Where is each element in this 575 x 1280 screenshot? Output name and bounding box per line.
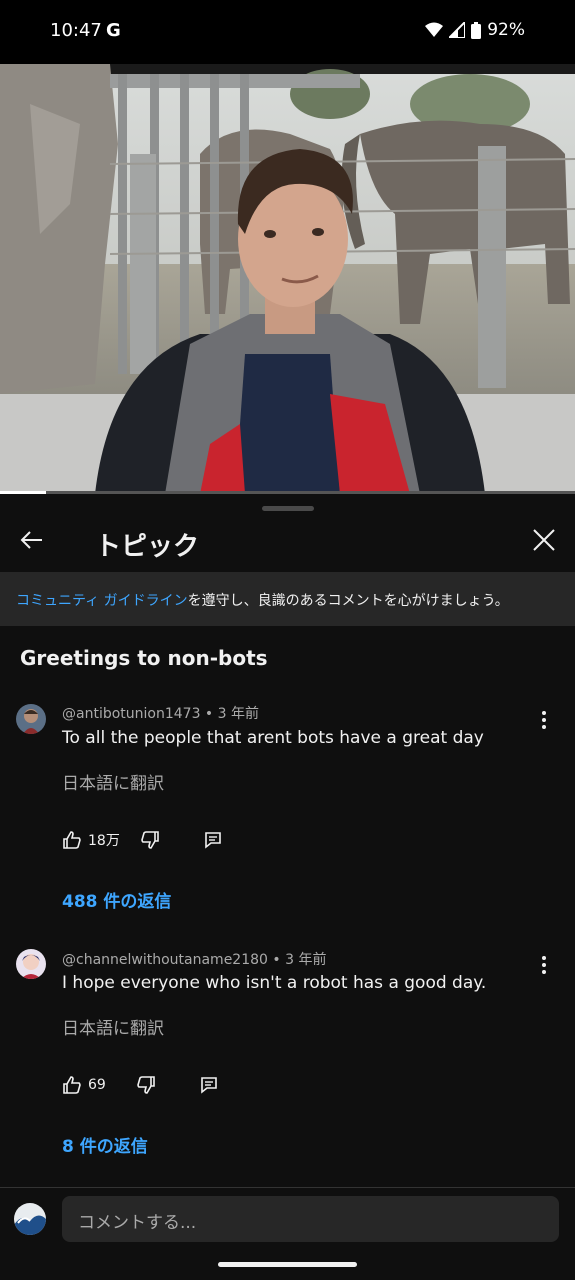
more-vert-icon[interactable] — [536, 710, 552, 730]
more-vert-icon[interactable] — [536, 955, 552, 975]
wifi-icon — [425, 22, 444, 37]
translate-link[interactable]: 日本語に翻訳 — [62, 769, 164, 794]
panel-header: トピック — [0, 512, 575, 572]
drag-handle[interactable] — [262, 506, 314, 511]
video-progress-fill — [0, 491, 46, 494]
comments-panel: トピック コミュニティ ガイドラインを遵守し、良識のあるコメントを心がけましょう… — [0, 496, 575, 1280]
thumb-down-icon[interactable] — [140, 830, 160, 850]
translate-link[interactable]: 日本語に翻訳 — [62, 1014, 164, 1039]
comment-input-placeholder: コメントする... — [78, 1213, 197, 1233]
reply-icon[interactable] — [200, 1076, 218, 1094]
guideline-text: コミュニティ ガイドラインを遵守し、良識のあるコメントを心がけましょう。 — [16, 590, 509, 610]
replies-link[interactable]: 8 件の返信 — [62, 1132, 148, 1157]
status-bar: 10:47 G 92% — [0, 0, 575, 64]
battery-icon — [471, 21, 482, 39]
video-progress-bar[interactable] — [0, 491, 575, 494]
thumb-up-icon[interactable] — [62, 1075, 82, 1095]
comment-meta: @channelwithoutaname2180 • 3 年前 — [62, 952, 327, 968]
comment-text: To all the people that arent bots have a… — [62, 728, 484, 748]
avatar[interactable] — [16, 949, 46, 979]
topic-title: Greetings to non-bots — [20, 646, 268, 670]
reply-icon[interactable] — [204, 831, 222, 849]
video-frame-image — [0, 64, 575, 494]
thumb-down-icon[interactable] — [136, 1075, 156, 1095]
thumb-up-icon[interactable] — [62, 830, 82, 850]
close-icon[interactable] — [528, 524, 560, 556]
signal-icon — [449, 22, 466, 38]
like-count: 69 — [88, 1077, 106, 1093]
battery-percent: 92% — [487, 20, 525, 40]
avatar[interactable] — [16, 704, 46, 734]
comment-item: @channelwithoutaname2180 • 3 年前 I hope e… — [0, 942, 575, 1172]
replies-link[interactable]: 488 件の返信 — [62, 887, 171, 912]
guideline-rest: を遵守し、良識のあるコメントを心がけましょう。 — [187, 593, 509, 609]
guideline-banner: コミュニティ ガイドラインを遵守し、良識のあるコメントを心がけましょう。 — [0, 572, 575, 626]
comment-actions: 69 — [62, 1075, 218, 1095]
comment-text: I hope everyone who isn't a robot has a … — [62, 973, 487, 993]
user-avatar[interactable] — [14, 1203, 46, 1235]
video-player[interactable] — [0, 64, 575, 494]
home-indicator[interactable] — [218, 1262, 357, 1267]
comment-actions: 18万 — [62, 830, 222, 850]
guideline-link[interactable]: コミュニティ ガイドライン — [16, 593, 188, 609]
comment-input[interactable]: コメントする... — [62, 1196, 559, 1242]
back-arrow-icon[interactable] — [16, 524, 48, 556]
panel-title: トピック — [95, 532, 200, 562]
google-icon: G — [106, 20, 121, 41]
like-count: 18万 — [88, 833, 120, 849]
status-icons: 92% — [425, 20, 525, 40]
composer-divider — [0, 1187, 575, 1188]
comment-item: @antibotunion1473 • 3 年前 To all the peop… — [0, 696, 575, 926]
status-time: 10:47 — [50, 20, 102, 41]
comment-meta: @antibotunion1473 • 3 年前 — [62, 706, 259, 722]
